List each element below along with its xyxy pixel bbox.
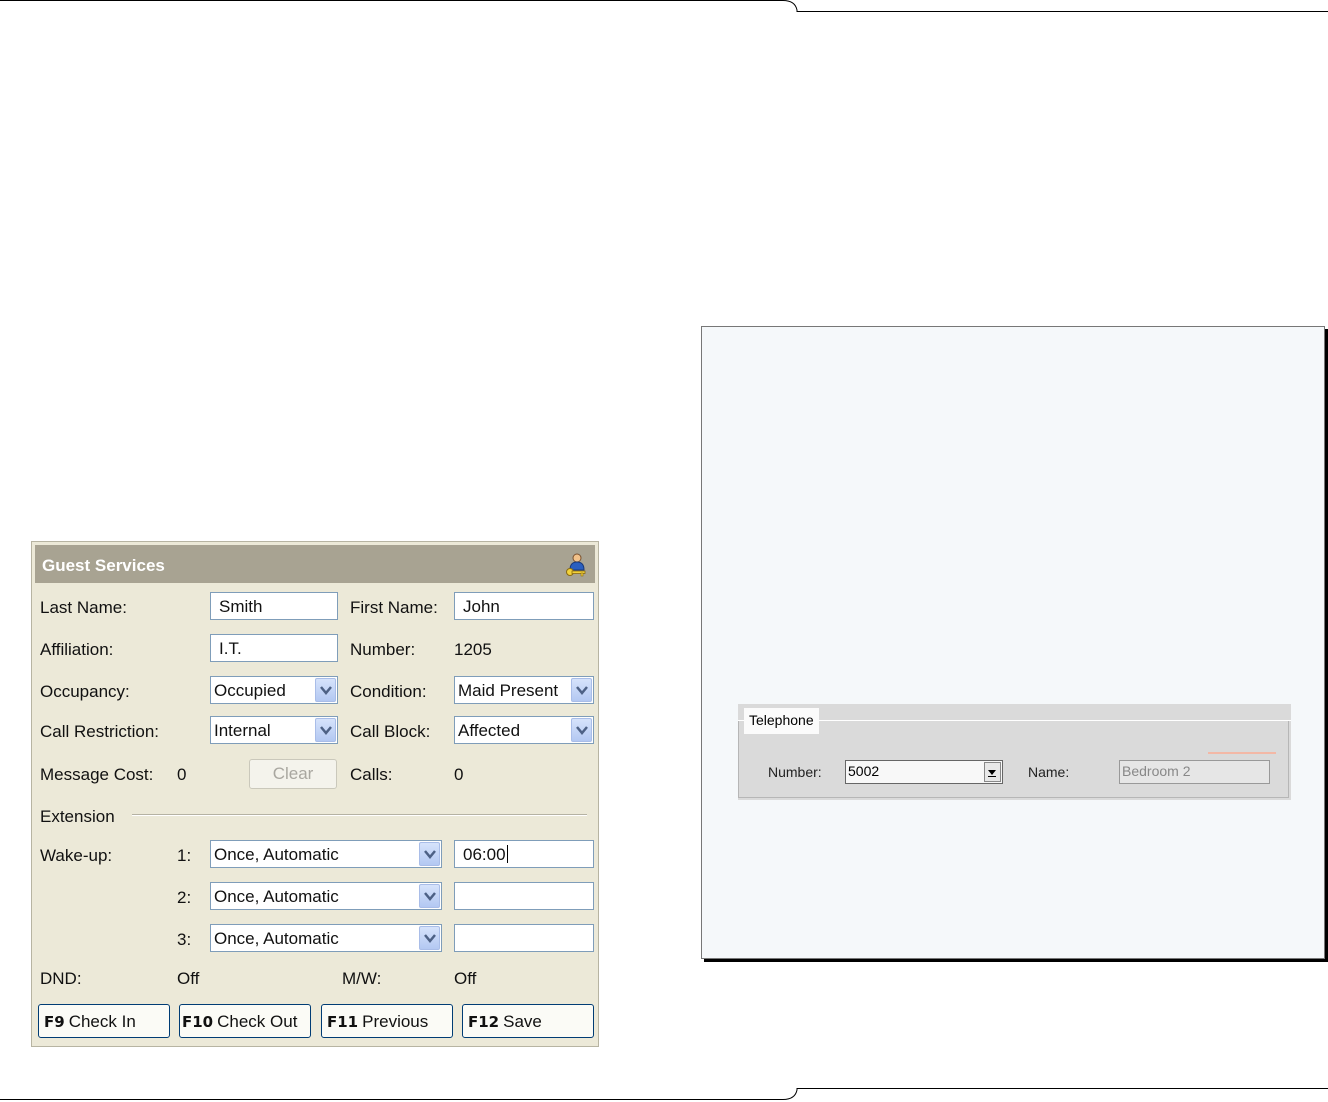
telephone-group: Telephone Number: 5002 Name: Bedroom 2 xyxy=(738,704,1291,800)
call-restriction-value: Internal xyxy=(214,721,271,740)
accent-line xyxy=(1208,752,1276,754)
function-key: F9 xyxy=(44,1013,65,1031)
chevron-down-icon[interactable] xyxy=(419,842,440,866)
wakeup-time-value: 06:00 xyxy=(463,845,506,864)
wakeup-mode-value: Once, Automatic xyxy=(214,845,339,864)
occupancy-label: Occupancy: xyxy=(40,682,130,701)
wakeup-mode-value: Once, Automatic xyxy=(214,929,339,948)
save-button[interactable]: F12 Save xyxy=(462,1004,594,1038)
wakeup-time-input-2[interactable] xyxy=(454,882,594,910)
wakeup-mode-select-2[interactable]: Once, Automatic xyxy=(210,882,442,910)
condition-label: Condition: xyxy=(350,682,427,701)
chevron-down-icon[interactable] xyxy=(419,884,440,908)
dropdown-arrow-icon[interactable] xyxy=(984,762,1001,782)
number-label: Number: xyxy=(350,640,416,659)
condition-select[interactable]: Maid Present xyxy=(454,676,594,704)
call-block-select[interactable]: Affected xyxy=(454,716,594,744)
dnd-value: Off xyxy=(177,969,200,988)
mw-value: Off xyxy=(454,969,477,988)
occupancy-select[interactable]: Occupied xyxy=(210,676,338,704)
button-label: Check In xyxy=(68,1012,136,1031)
panel-header: Guest Services xyxy=(35,545,595,583)
chevron-down-icon[interactable] xyxy=(315,678,336,702)
check-in-button[interactable]: F9 Check In xyxy=(38,1004,170,1038)
occupancy-value: Occupied xyxy=(214,681,286,700)
button-label: Save xyxy=(503,1012,542,1031)
number-value: 1205 xyxy=(454,640,492,659)
call-block-label: Call Block: xyxy=(350,722,431,741)
wakeup-mode-select-3[interactable]: Once, Automatic xyxy=(210,924,442,952)
affiliation-label: Affiliation: xyxy=(40,640,114,659)
text-cursor xyxy=(506,845,508,863)
wakeup-label: Wake-up: xyxy=(40,846,113,865)
panel-title: Guest Services xyxy=(42,556,165,575)
call-block-value: Affected xyxy=(458,721,521,740)
mw-label: M/W: xyxy=(342,969,382,988)
extension-divider xyxy=(132,814,587,816)
first-name-label: First Name: xyxy=(350,598,438,617)
telephone-window: Telephone Number: 5002 Name: Bedroom 2 xyxy=(701,326,1325,959)
number-label: Number: xyxy=(768,764,822,780)
top-page-rule xyxy=(0,0,1328,12)
name-field[interactable]: Bedroom 2 xyxy=(1119,760,1270,784)
extension-label: Extension xyxy=(40,807,115,826)
name-label: Name: xyxy=(1028,764,1070,780)
chevron-down-icon[interactable] xyxy=(571,718,592,742)
message-cost-label: Message Cost: xyxy=(40,765,154,784)
check-out-button[interactable]: F10 Check Out xyxy=(179,1004,311,1038)
first-name-input[interactable]: John xyxy=(454,592,594,620)
chevron-down-icon[interactable] xyxy=(419,926,440,950)
clear-button[interactable]: Clear xyxy=(249,759,337,789)
call-restriction-select[interactable]: Internal xyxy=(210,716,338,744)
chevron-down-icon[interactable] xyxy=(571,678,592,702)
group-border xyxy=(738,720,1289,798)
wakeup-index: 2: xyxy=(177,888,192,907)
wakeup-index: 1: xyxy=(177,846,192,865)
button-label: Check Out xyxy=(217,1012,298,1031)
affiliation-input[interactable]: I.T. xyxy=(210,634,338,662)
dnd-label: DND: xyxy=(40,969,82,988)
function-key: F12 xyxy=(468,1013,500,1031)
condition-value: Maid Present xyxy=(458,681,559,700)
telephone-group-label: Telephone xyxy=(744,708,819,734)
guest-services-panel: Guest Services Last Name: Smith First Na… xyxy=(31,541,599,1047)
function-key: F10 xyxy=(182,1013,214,1031)
last-name-label: Last Name: xyxy=(40,598,127,617)
wakeup-index: 3: xyxy=(177,930,192,949)
group-top-rule xyxy=(738,720,1291,721)
chevron-down-icon[interactable] xyxy=(315,718,336,742)
number-select[interactable]: 5002 xyxy=(845,760,1003,784)
wakeup-time-input-3[interactable] xyxy=(454,924,594,952)
button-label: Previous xyxy=(362,1012,429,1031)
guest-key-icon[interactable] xyxy=(565,553,587,577)
previous-button[interactable]: F11 Previous xyxy=(321,1004,453,1038)
message-cost-value: 0 xyxy=(177,765,187,784)
function-key: F11 xyxy=(327,1013,359,1031)
call-restriction-label: Call Restriction: xyxy=(40,722,160,741)
last-name-input[interactable]: Smith xyxy=(210,592,338,620)
number-value: 5002 xyxy=(848,763,880,779)
bottom-page-rule xyxy=(0,1088,1328,1100)
calls-value: 0 xyxy=(454,765,464,784)
wakeup-mode-select-1[interactable]: Once, Automatic xyxy=(210,840,442,868)
wakeup-time-input-1[interactable]: 06:00 xyxy=(454,840,594,868)
calls-label: Calls: xyxy=(350,765,393,784)
wakeup-mode-value: Once, Automatic xyxy=(214,887,339,906)
